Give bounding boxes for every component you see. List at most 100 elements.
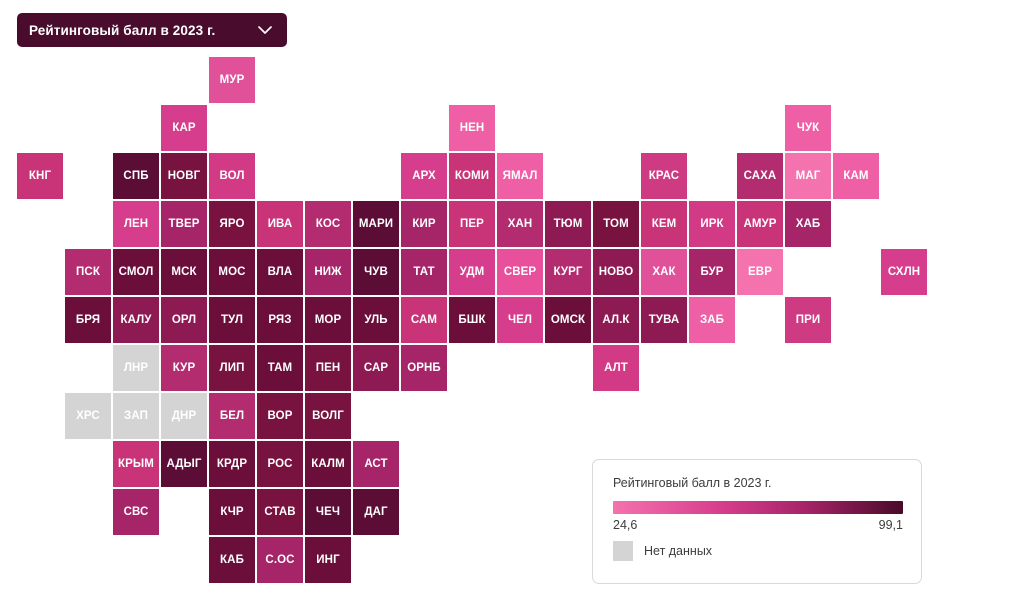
map-tile-САР[interactable]: САР (353, 345, 399, 391)
map-tile-ОМСК[interactable]: ОМСК (545, 297, 591, 343)
map-tile-ЗАБ[interactable]: ЗАБ (689, 297, 735, 343)
map-tile-КАЛУ[interactable]: КАЛУ (113, 297, 159, 343)
map-tile-КРАС[interactable]: КРАС (641, 153, 687, 199)
map-tile-КОМИ[interactable]: КОМИ (449, 153, 495, 199)
map-tile-ЧУВ[interactable]: ЧУВ (353, 249, 399, 295)
map-tile-МАРИ[interactable]: МАРИ (353, 201, 399, 247)
map-tile-СПБ[interactable]: СПБ (113, 153, 159, 199)
map-tile-ТУЛ[interactable]: ТУЛ (209, 297, 255, 343)
map-tile-КРЫМ[interactable]: КРЫМ (113, 441, 159, 487)
map-tile-НОВГ[interactable]: НОВГ (161, 153, 207, 199)
map-tile-ХАБ[interactable]: ХАБ (785, 201, 831, 247)
map-tile-ЧУК[interactable]: ЧУК (785, 105, 831, 151)
map-tile-АМУР[interactable]: АМУР (737, 201, 783, 247)
map-tile-РЯЗ[interactable]: РЯЗ (257, 297, 303, 343)
map-tile-ЯРО[interactable]: ЯРО (209, 201, 255, 247)
map-tile-ЧЕЧ[interactable]: ЧЕЧ (305, 489, 351, 535)
map-tile-label: КРЫМ (118, 458, 154, 470)
map-tile-ТЮМ[interactable]: ТЮМ (545, 201, 591, 247)
legend-nodata-row: Нет данных (613, 541, 901, 561)
map-tile-БЕЛ[interactable]: БЕЛ (209, 393, 255, 439)
map-tile-ХАК[interactable]: ХАК (641, 249, 687, 295)
map-tile-МОС[interactable]: МОС (209, 249, 255, 295)
map-tile-БШК[interactable]: БШК (449, 297, 495, 343)
map-tile-КИР[interactable]: КИР (401, 201, 447, 247)
map-tile-АЛ.К[interactable]: АЛ.К (593, 297, 639, 343)
map-tile-ПСК[interactable]: ПСК (65, 249, 111, 295)
map-tile-АЛТ[interactable]: АЛТ (593, 345, 639, 391)
map-tile-КЧР[interactable]: КЧР (209, 489, 255, 535)
map-tile-ВОЛ[interactable]: ВОЛ (209, 153, 255, 199)
map-tile-ТОМ[interactable]: ТОМ (593, 201, 639, 247)
map-tile-СМОЛ[interactable]: СМОЛ (113, 249, 159, 295)
map-tile-КОС[interactable]: КОС (305, 201, 351, 247)
map-tile-УЛЬ[interactable]: УЛЬ (353, 297, 399, 343)
map-tile-СВЕР[interactable]: СВЕР (497, 249, 543, 295)
map-tile-label: КАЛМ (311, 458, 345, 470)
map-tile-ДАГ[interactable]: ДАГ (353, 489, 399, 535)
map-tile-label: СВЕР (503, 266, 537, 278)
map-tile-САМ[interactable]: САМ (401, 297, 447, 343)
map-tile-ТАМ[interactable]: ТАМ (257, 345, 303, 391)
map-tile-КРДР[interactable]: КРДР (209, 441, 255, 487)
map-tile-КАБ[interactable]: КАБ (209, 537, 255, 583)
map-tile-label: ТОМ (603, 218, 629, 230)
map-tile-ЛНР[interactable]: ЛНР (113, 345, 159, 391)
map-tile-ИРК[interactable]: ИРК (689, 201, 735, 247)
map-tile-КАМ[interactable]: КАМ (833, 153, 879, 199)
map-tile-ИНГ[interactable]: ИНГ (305, 537, 351, 583)
map-tile-СТАВ[interactable]: СТАВ (257, 489, 303, 535)
map-tile-КУР[interactable]: КУР (161, 345, 207, 391)
map-tile-label: СМОЛ (118, 266, 154, 278)
map-tile-СВС[interactable]: СВС (113, 489, 159, 535)
map-tile-label: КЕМ (651, 218, 677, 230)
map-tile-КЕМ[interactable]: КЕМ (641, 201, 687, 247)
map-tile-ЛИП[interactable]: ЛИП (209, 345, 255, 391)
map-tile-ЛЕН[interactable]: ЛЕН (113, 201, 159, 247)
map-tile-НЕН[interactable]: НЕН (449, 105, 495, 151)
map-tile-ТВЕР[interactable]: ТВЕР (161, 201, 207, 247)
map-tile-АСТ[interactable]: АСТ (353, 441, 399, 487)
map-tile-УДМ[interactable]: УДМ (449, 249, 495, 295)
map-tile-ОРНБ[interactable]: ОРНБ (401, 345, 447, 391)
map-tile-САХА[interactable]: САХА (737, 153, 783, 199)
legend-min-value: 24,6 (613, 518, 638, 532)
map-tile-ПЕН[interactable]: ПЕН (305, 345, 351, 391)
map-tile-ХРС[interactable]: ХРС (65, 393, 111, 439)
map-tile-КАЛМ[interactable]: КАЛМ (305, 441, 351, 487)
map-tile-ОРЛ[interactable]: ОРЛ (161, 297, 207, 343)
map-tile-МСК[interactable]: МСК (161, 249, 207, 295)
legend-max-value: 99,1 (878, 518, 903, 532)
map-tile-label: ЛНР (123, 362, 149, 374)
map-tile-ВОЛГ[interactable]: ВОЛГ (305, 393, 351, 439)
map-tile-ТАТ[interactable]: ТАТ (401, 249, 447, 295)
map-tile-БРЯ[interactable]: БРЯ (65, 297, 111, 343)
map-tile-КУРГ[interactable]: КУРГ (545, 249, 591, 295)
map-tile-ТУВА[interactable]: ТУВА (641, 297, 687, 343)
map-tile-ВЛА[interactable]: ВЛА (257, 249, 303, 295)
map-tile-БУР[interactable]: БУР (689, 249, 735, 295)
map-tile-ЯМАЛ[interactable]: ЯМАЛ (497, 153, 543, 199)
map-tile-АДЫГ[interactable]: АДЫГ (161, 441, 207, 487)
map-tile-С.ОС[interactable]: С.ОС (257, 537, 303, 583)
map-tile-label: УДМ (459, 266, 485, 278)
map-tile-РОС[interactable]: РОС (257, 441, 303, 487)
map-tile-ПЕР[interactable]: ПЕР (449, 201, 495, 247)
map-tile-СХЛН[interactable]: СХЛН (881, 249, 927, 295)
map-tile-ЕВР[interactable]: ЕВР (737, 249, 783, 295)
map-tile-ХАН[interactable]: ХАН (497, 201, 543, 247)
map-tile-ЗАП[interactable]: ЗАП (113, 393, 159, 439)
map-tile-МУР[interactable]: МУР (209, 57, 255, 103)
map-tile-МОР[interactable]: МОР (305, 297, 351, 343)
map-tile-ЧЕЛ[interactable]: ЧЕЛ (497, 297, 543, 343)
map-tile-НОВО[interactable]: НОВО (593, 249, 639, 295)
map-tile-ИВА[interactable]: ИВА (257, 201, 303, 247)
map-tile-АРХ[interactable]: АРХ (401, 153, 447, 199)
map-tile-НИЖ[interactable]: НИЖ (305, 249, 351, 295)
map-tile-КНГ[interactable]: КНГ (17, 153, 63, 199)
map-tile-МАГ[interactable]: МАГ (785, 153, 831, 199)
map-tile-ВОР[interactable]: ВОР (257, 393, 303, 439)
map-tile-ДНР[interactable]: ДНР (161, 393, 207, 439)
map-tile-КАР[interactable]: КАР (161, 105, 207, 151)
map-tile-ПРИ[interactable]: ПРИ (785, 297, 831, 343)
